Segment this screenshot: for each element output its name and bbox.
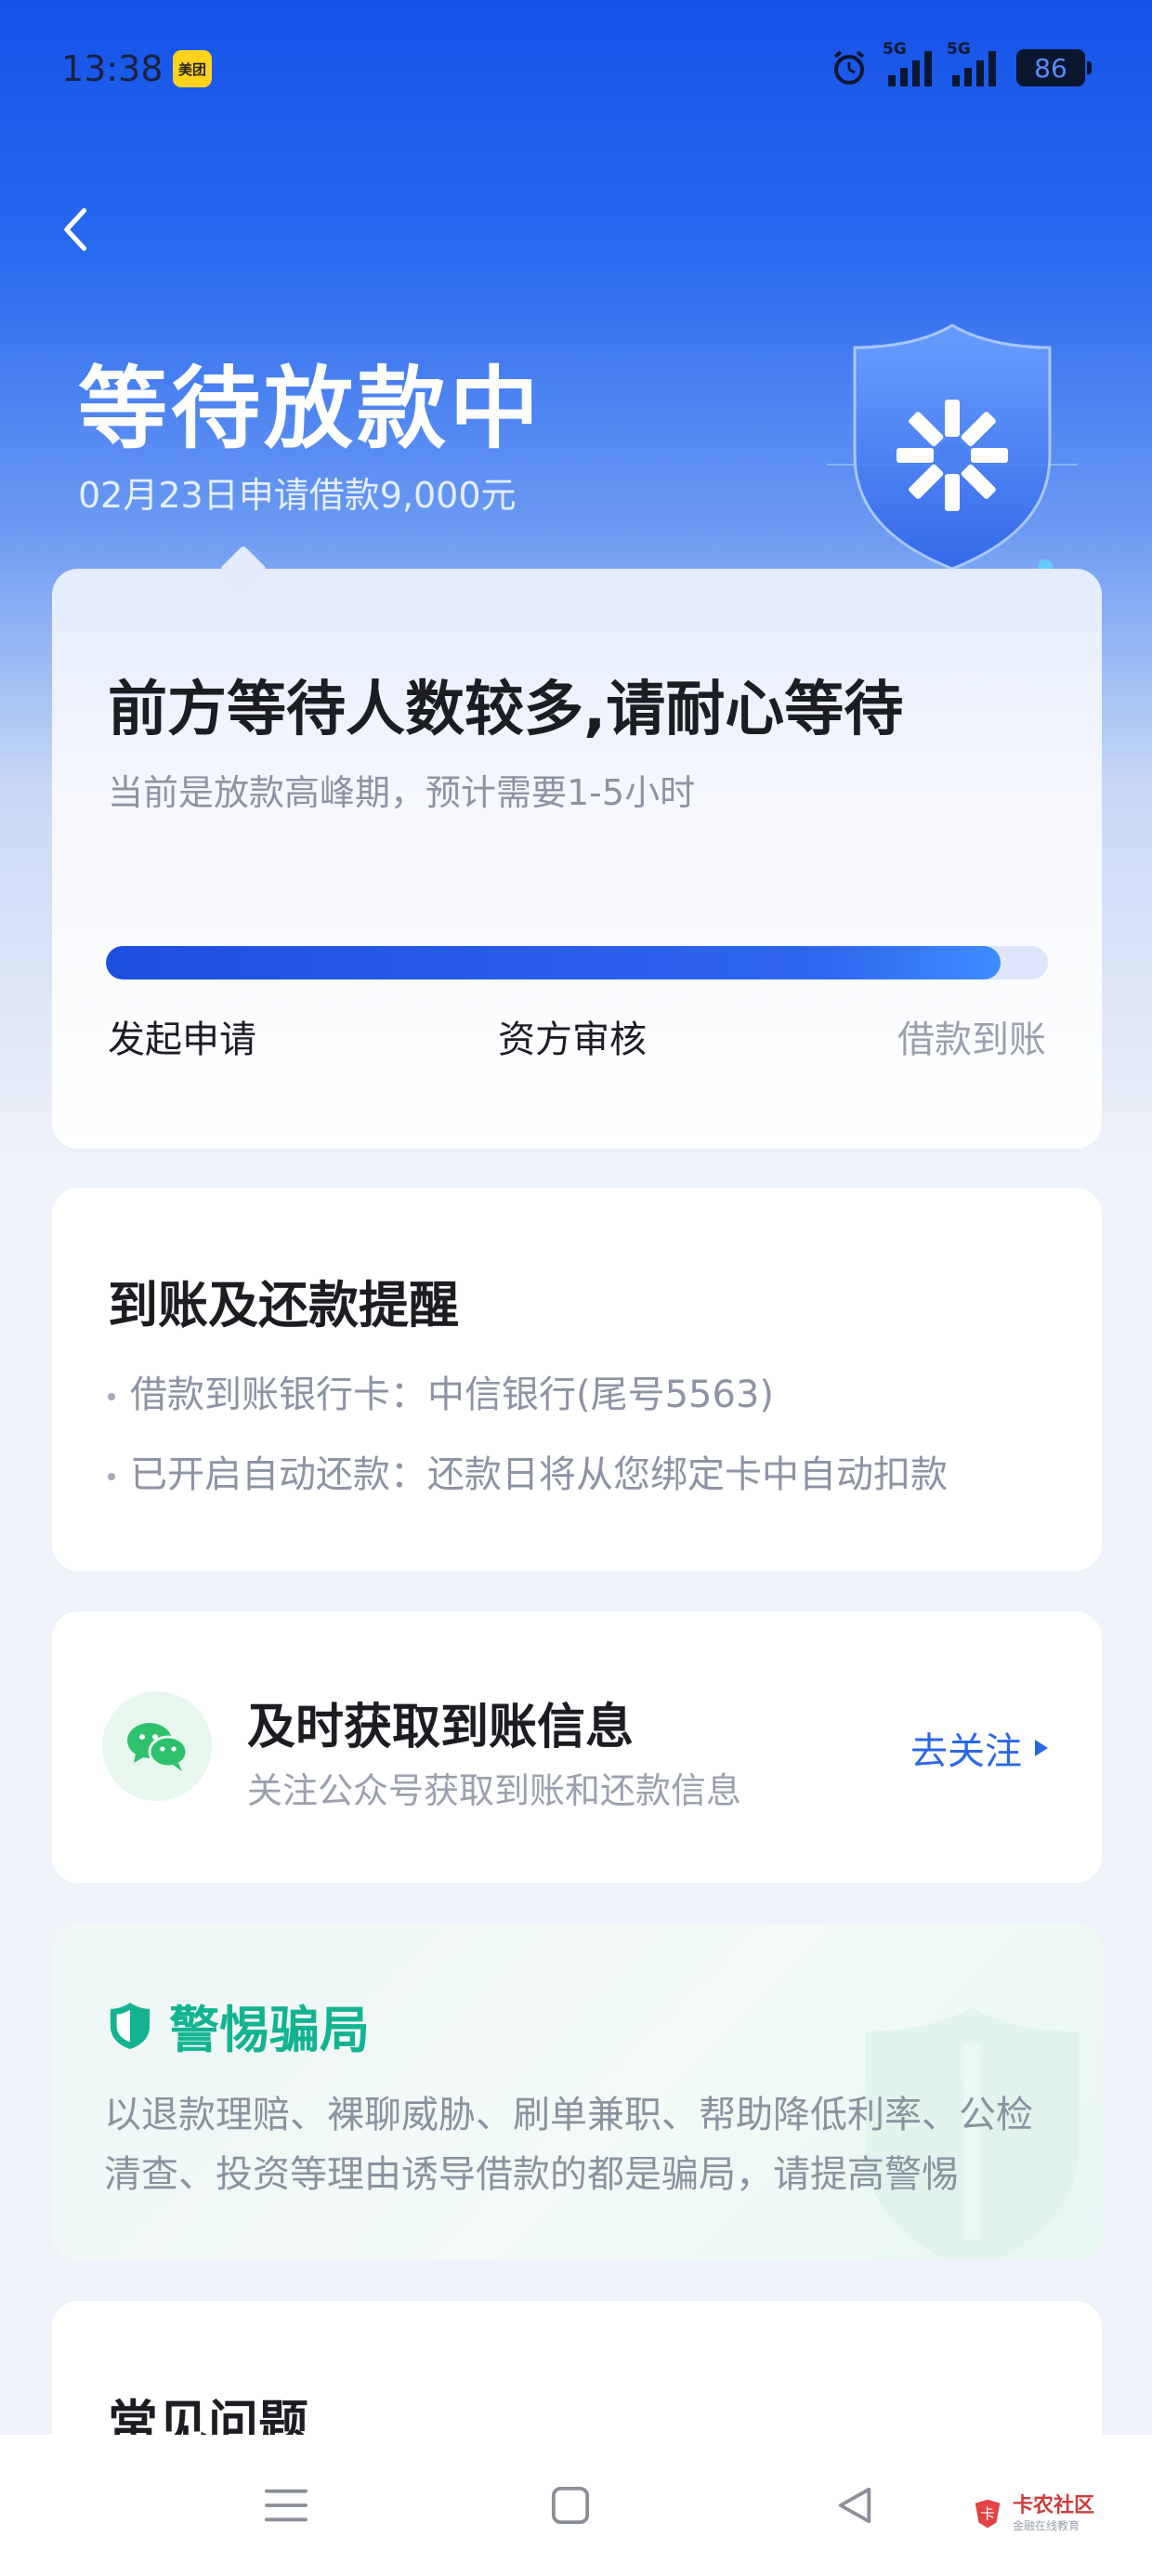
meituan-app-badge: 美团	[173, 50, 212, 87]
watermark-name: 卡农社区	[1012, 2494, 1094, 2517]
battery-icon: 86	[1016, 49, 1092, 86]
kanong-watermark: 卡 卡农社区 金融在线教育	[970, 2496, 1094, 2531]
back-icon	[838, 2487, 871, 2524]
auto-repay-info: 已开启自动还款：还款日将从您绑定卡中自动扣款	[130, 1453, 948, 1496]
step-apply: 发起申请	[108, 1019, 256, 1061]
page-title: 等待放款中	[78, 357, 543, 461]
list-item: 借款到账银行卡：中信银行(尾号5563)	[108, 1364, 774, 1418]
back-button[interactable]	[48, 197, 104, 262]
follow-button[interactable]: 去关注	[910, 1721, 1048, 1775]
back-arrow-icon	[64, 208, 87, 251]
status-indicators: 5G 5G 86	[831, 40, 1092, 93]
reminder-card: 到账及还款提醒 借款到账银行卡：中信银行(尾号5563) 已开启自动还款：还款日…	[52, 1188, 1102, 1571]
page-subtitle: 02月23日申请借款9,000元	[78, 475, 517, 516]
shield-icon	[110, 2002, 151, 2049]
progress-bar	[106, 946, 1048, 979]
fraud-title: 警惕骗局	[169, 2001, 370, 2059]
step-disbursed: 借款到账	[897, 1019, 1046, 1061]
loan-status-card: 前方等待人数较多,请耐心等待 当前是放款高峰期，预计需要1-5小时 发起申请 资…	[52, 545, 1102, 1149]
list-item: 已开启自动还款：还款日将从您绑定卡中自动扣款	[108, 1444, 948, 1498]
status-time: 13:38	[61, 48, 164, 89]
system-back-button[interactable]	[790, 2435, 920, 2576]
fraud-text: 以退款理赔、裸聊威胁、刷单兼职、帮助降低利率、公检清查、投资等理由诱导借款的都是…	[104, 2094, 1033, 2196]
bank-card-info: 借款到账银行卡：中信银行(尾号5563)	[130, 1373, 775, 1416]
fraud-warning-card: 警惕骗局 以退款理赔、裸聊威胁、刷单兼职、帮助降低利率、公检清查、投资等理由诱导…	[52, 1924, 1102, 2260]
signal-label: 5G	[947, 40, 971, 59]
fraud-title-row: 警惕骗局	[108, 1989, 370, 2062]
bullet-dot	[108, 1393, 115, 1400]
home-button[interactable]	[505, 2435, 635, 2576]
watermark-text: 卡农社区 金融在线教育	[1012, 2494, 1094, 2532]
chevron-right-icon	[1035, 1740, 1048, 1756]
status-description: 当前是放款高峰期，预计需要1-5小时	[108, 772, 696, 813]
reminder-title: 到账及还款提醒	[108, 1276, 459, 1334]
status-heading: 前方等待人数较多,请耐心等待	[108, 676, 904, 744]
signal-label: 5G	[883, 40, 907, 59]
signal-icon: 5G	[883, 40, 932, 86]
progress-fill	[106, 946, 1001, 979]
menu-button[interactable]	[221, 2435, 351, 2576]
wechat-glyph	[127, 1723, 189, 1771]
bank-shield-icon	[827, 323, 1078, 574]
signal-icon: 5G	[947, 40, 996, 86]
svg-text:卡: 卡	[980, 2507, 994, 2523]
status-bar: 13:38 美团 5G 5G 86	[0, 0, 1152, 139]
alarm-icon	[833, 50, 865, 85]
watermark-sub: 金融在线教育	[1012, 2519, 1080, 2532]
home-icon	[551, 2486, 590, 2525]
follow-title: 及时获取到账信息	[247, 1700, 635, 1755]
logo-icon: 卡	[975, 2499, 1001, 2529]
menu-icon	[265, 2489, 308, 2522]
step-review: 资方审核	[498, 1019, 647, 1061]
follow-button-label: 去关注	[910, 1730, 1022, 1773]
bullet-dot	[108, 1473, 115, 1480]
follow-description: 关注公众号获取到账和还款信息	[247, 1770, 742, 1811]
follow-account-card[interactable]: 及时获取到账信息 关注公众号获取到账和还款信息 去关注	[52, 1611, 1102, 1883]
wechat-icon	[102, 1691, 212, 1801]
